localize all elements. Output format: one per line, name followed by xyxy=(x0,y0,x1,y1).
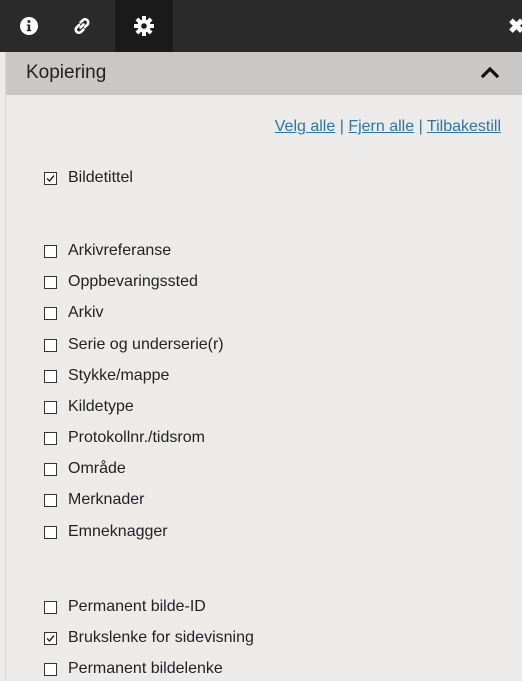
checkbox[interactable] xyxy=(44,462,57,476)
checkbox[interactable] xyxy=(44,369,57,383)
copy-settings-panel: Kopiering Velg alle | Fjern alle | Tilba… xyxy=(5,52,522,681)
checkbox-label: Kildetype xyxy=(68,398,134,415)
tab-info[interactable] xyxy=(0,0,58,52)
remove-all-link[interactable]: Fjern alle xyxy=(348,118,414,135)
selection-actions: Velg alle | Fjern alle | Tilbakestill xyxy=(275,118,501,136)
checkbox-item[interactable]: Protokollnr./tidsrom xyxy=(44,427,205,449)
tab-link[interactable] xyxy=(53,0,111,52)
checkbox-item[interactable]: Permanent bilde-ID xyxy=(44,596,206,618)
checkbox-item[interactable]: Arkiv xyxy=(44,302,104,324)
checkbox[interactable] xyxy=(44,431,57,445)
checkbox-item[interactable]: Permanent bildelenke xyxy=(44,658,223,680)
checkbox-item[interactable]: Serie og underserie(r) xyxy=(44,334,224,356)
checkbox[interactable] xyxy=(44,306,57,320)
checkbox-label: Merknader xyxy=(68,491,145,508)
checkbox-label: Stykke/mappe xyxy=(68,367,170,384)
top-toolbar: ✖ xyxy=(0,0,522,52)
checkbox[interactable] xyxy=(44,525,57,539)
checkbox[interactable] xyxy=(44,171,57,185)
checkbox-label: Protokollnr./tidsrom xyxy=(68,429,205,446)
checkbox-item[interactable]: Arkivreferanse xyxy=(44,240,171,262)
checkbox[interactable] xyxy=(44,338,57,352)
select-all-link[interactable]: Velg alle xyxy=(275,118,336,135)
checkbox-item[interactable]: Kildetype xyxy=(44,396,134,418)
checkbox[interactable] xyxy=(44,493,57,507)
checkbox-label: Oppbevaringssted xyxy=(68,273,198,290)
checkbox-label: Permanent bilde-ID xyxy=(68,598,206,615)
checkbox-label: Emneknagger xyxy=(68,523,168,540)
checkbox-item[interactable]: Brukslenke for sidevisning xyxy=(44,627,254,649)
checkbox[interactable] xyxy=(44,244,57,258)
checkbox[interactable] xyxy=(44,631,57,645)
checkbox[interactable] xyxy=(44,400,57,414)
checkbox-label: Permanent bildelenke xyxy=(68,660,223,677)
checkbox-item[interactable]: Merknader xyxy=(44,489,144,511)
checkbox-item[interactable]: Oppbevaringssted xyxy=(44,271,198,293)
checkbox-item[interactable]: Emneknagger xyxy=(44,521,168,543)
reset-link[interactable]: Tilbakestill xyxy=(427,118,501,135)
close-icon: ✖ xyxy=(508,15,522,38)
panel-header[interactable]: Kopiering xyxy=(6,52,522,95)
checkbox-item[interactable]: Stykke/mappe xyxy=(44,365,169,387)
tab-settings[interactable] xyxy=(115,0,173,52)
checkbox[interactable] xyxy=(44,600,57,614)
checkbox[interactable] xyxy=(44,275,57,289)
link-icon xyxy=(70,14,94,38)
gear-icon xyxy=(133,15,155,37)
checkbox-label: Serie og underserie(r) xyxy=(68,336,224,353)
separator: | xyxy=(339,118,344,135)
checkbox-item[interactable]: Bildetittel xyxy=(44,167,133,189)
info-icon xyxy=(19,16,39,36)
separator: | xyxy=(418,118,423,135)
checkbox-label: Bildetittel xyxy=(68,169,133,186)
panel-title: Kopiering xyxy=(26,62,107,83)
close-button[interactable]: ✖ xyxy=(508,0,522,52)
chevron-up-icon[interactable] xyxy=(480,65,500,84)
checkbox-label: Område xyxy=(68,460,126,477)
checkbox-label: Arkiv xyxy=(68,304,104,321)
checkbox[interactable] xyxy=(44,662,57,676)
checkbox-label: Brukslenke for sidevisning xyxy=(68,629,254,646)
checkbox-item[interactable]: Område xyxy=(44,458,126,480)
checkbox-label: Arkivreferanse xyxy=(68,242,172,259)
